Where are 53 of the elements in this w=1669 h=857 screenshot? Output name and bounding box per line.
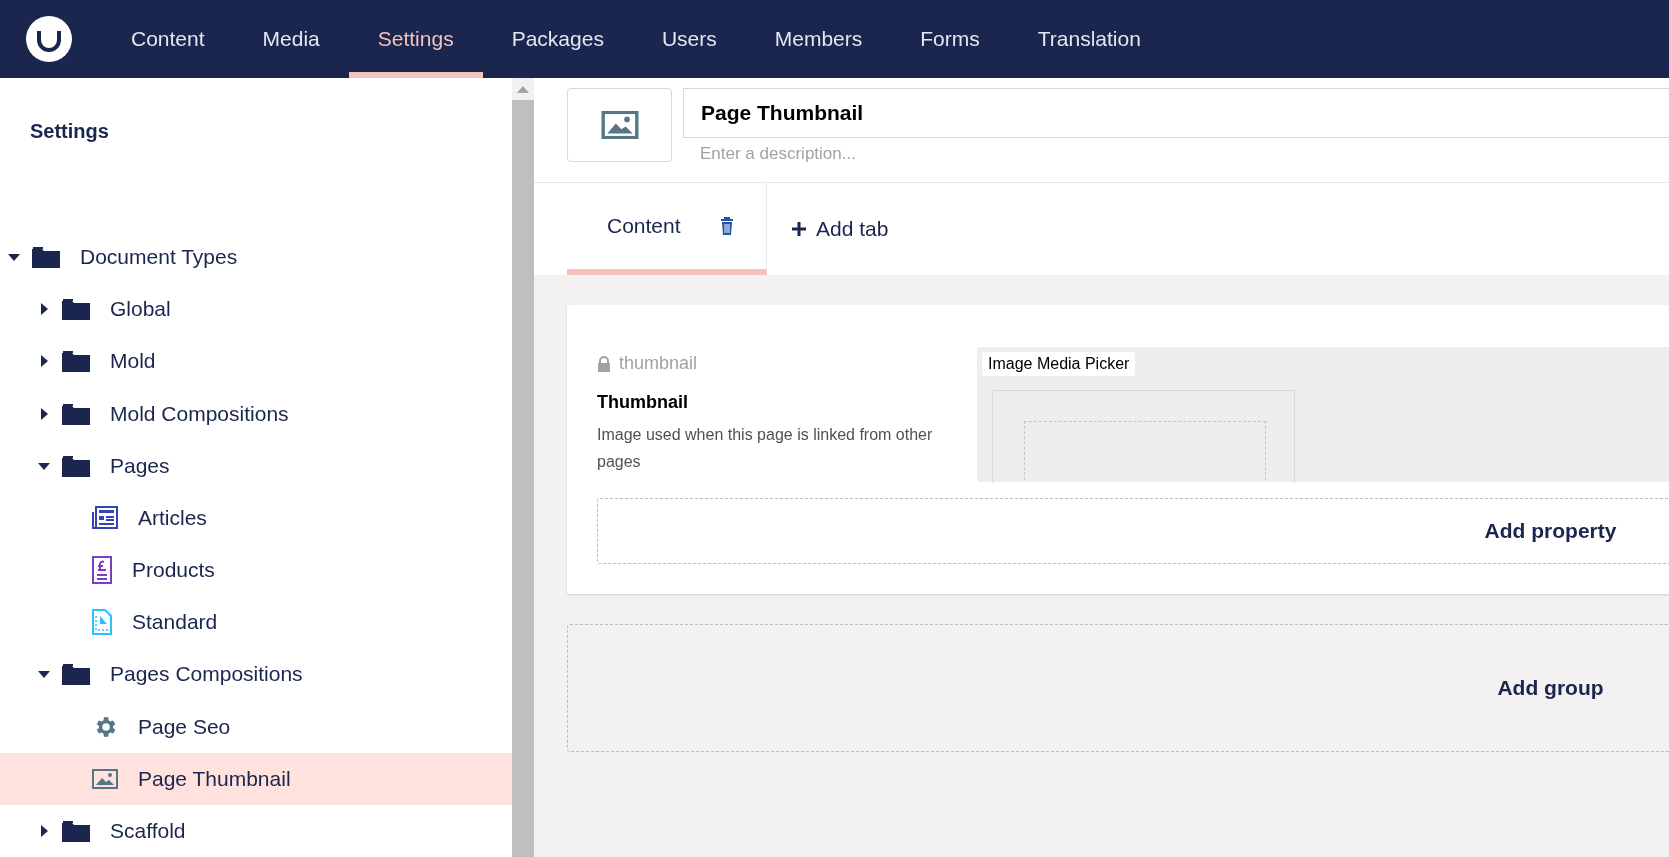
- caret-icon[interactable]: [38, 355, 50, 368]
- document-icon: [92, 609, 112, 636]
- folder-icon: [32, 246, 60, 268]
- folder-icon: [62, 819, 90, 842]
- icon-picker[interactable]: [567, 88, 672, 162]
- tree-item[interactable]: Articles: [0, 491, 512, 544]
- scrollbar[interactable]: [512, 78, 534, 857]
- logo-icon[interactable]: [26, 16, 72, 62]
- caret-icon[interactable]: [38, 407, 50, 420]
- tree-item[interactable]: Global: [0, 283, 512, 336]
- plus-icon: [792, 222, 806, 236]
- nav-tab[interactable]: Users: [632, 0, 746, 78]
- tree-item[interactable]: Page Thumbnail: [0, 752, 512, 805]
- trash-icon[interactable]: [720, 217, 734, 235]
- tree-item[interactable]: Scaffold: [0, 804, 512, 857]
- content-tab[interactable]: Content: [567, 183, 767, 275]
- tree-item[interactable]: Standard: [0, 596, 512, 649]
- property-description: Image used when this page is linked from other pages: [597, 425, 934, 472]
- nav-tab[interactable]: Forms: [891, 0, 1009, 78]
- property-alias: thumbnail: [619, 353, 698, 374]
- folder-icon: [62, 350, 90, 373]
- add-tab-button[interactable]: Add tab: [767, 183, 914, 275]
- caret-icon[interactable]: [8, 251, 20, 263]
- folder-icon: [62, 663, 90, 686]
- add-group-button[interactable]: Add group: [567, 624, 1669, 752]
- name-field[interactable]: Page Thumbnail: [683, 88, 1669, 138]
- nav-tab[interactable]: Packages: [482, 0, 633, 78]
- folder-icon: [62, 402, 90, 425]
- nav-tab[interactable]: Media: [233, 0, 349, 78]
- lock-icon[interactable]: [597, 355, 611, 372]
- tree-item[interactable]: Products: [0, 543, 512, 597]
- picture-icon: [600, 111, 639, 139]
- receipt-icon: [92, 556, 112, 585]
- picture-icon: [92, 768, 118, 789]
- folder-icon: [62, 454, 90, 477]
- caret-icon[interactable]: [38, 824, 50, 837]
- nav-tab[interactable]: Translation: [1008, 0, 1170, 78]
- property-label: Thumbnail: [597, 392, 689, 413]
- folder-icon: [62, 298, 90, 321]
- tab-label[interactable]: Content: [607, 214, 681, 238]
- tree-item[interactable]: Pages: [0, 439, 512, 492]
- nav-tab[interactable]: Content: [102, 0, 234, 78]
- tree-item[interactable]: Page Seo: [0, 700, 512, 753]
- caret-icon[interactable]: [38, 303, 50, 316]
- tree-item[interactable]: Pages Compositions: [0, 648, 512, 701]
- add-property-button[interactable]: Add property: [597, 498, 1669, 564]
- tree-item[interactable]: Document Types: [0, 230, 512, 284]
- sidebar-title: Settings: [29, 119, 110, 144]
- nav-tab[interactable]: Members: [745, 0, 892, 78]
- tree-item[interactable]: Mold Compositions: [0, 387, 512, 440]
- editor-name: Image Media Picker: [982, 352, 1136, 376]
- tree-item[interactable]: Mold: [0, 335, 512, 388]
- newspaper-icon: [92, 505, 118, 530]
